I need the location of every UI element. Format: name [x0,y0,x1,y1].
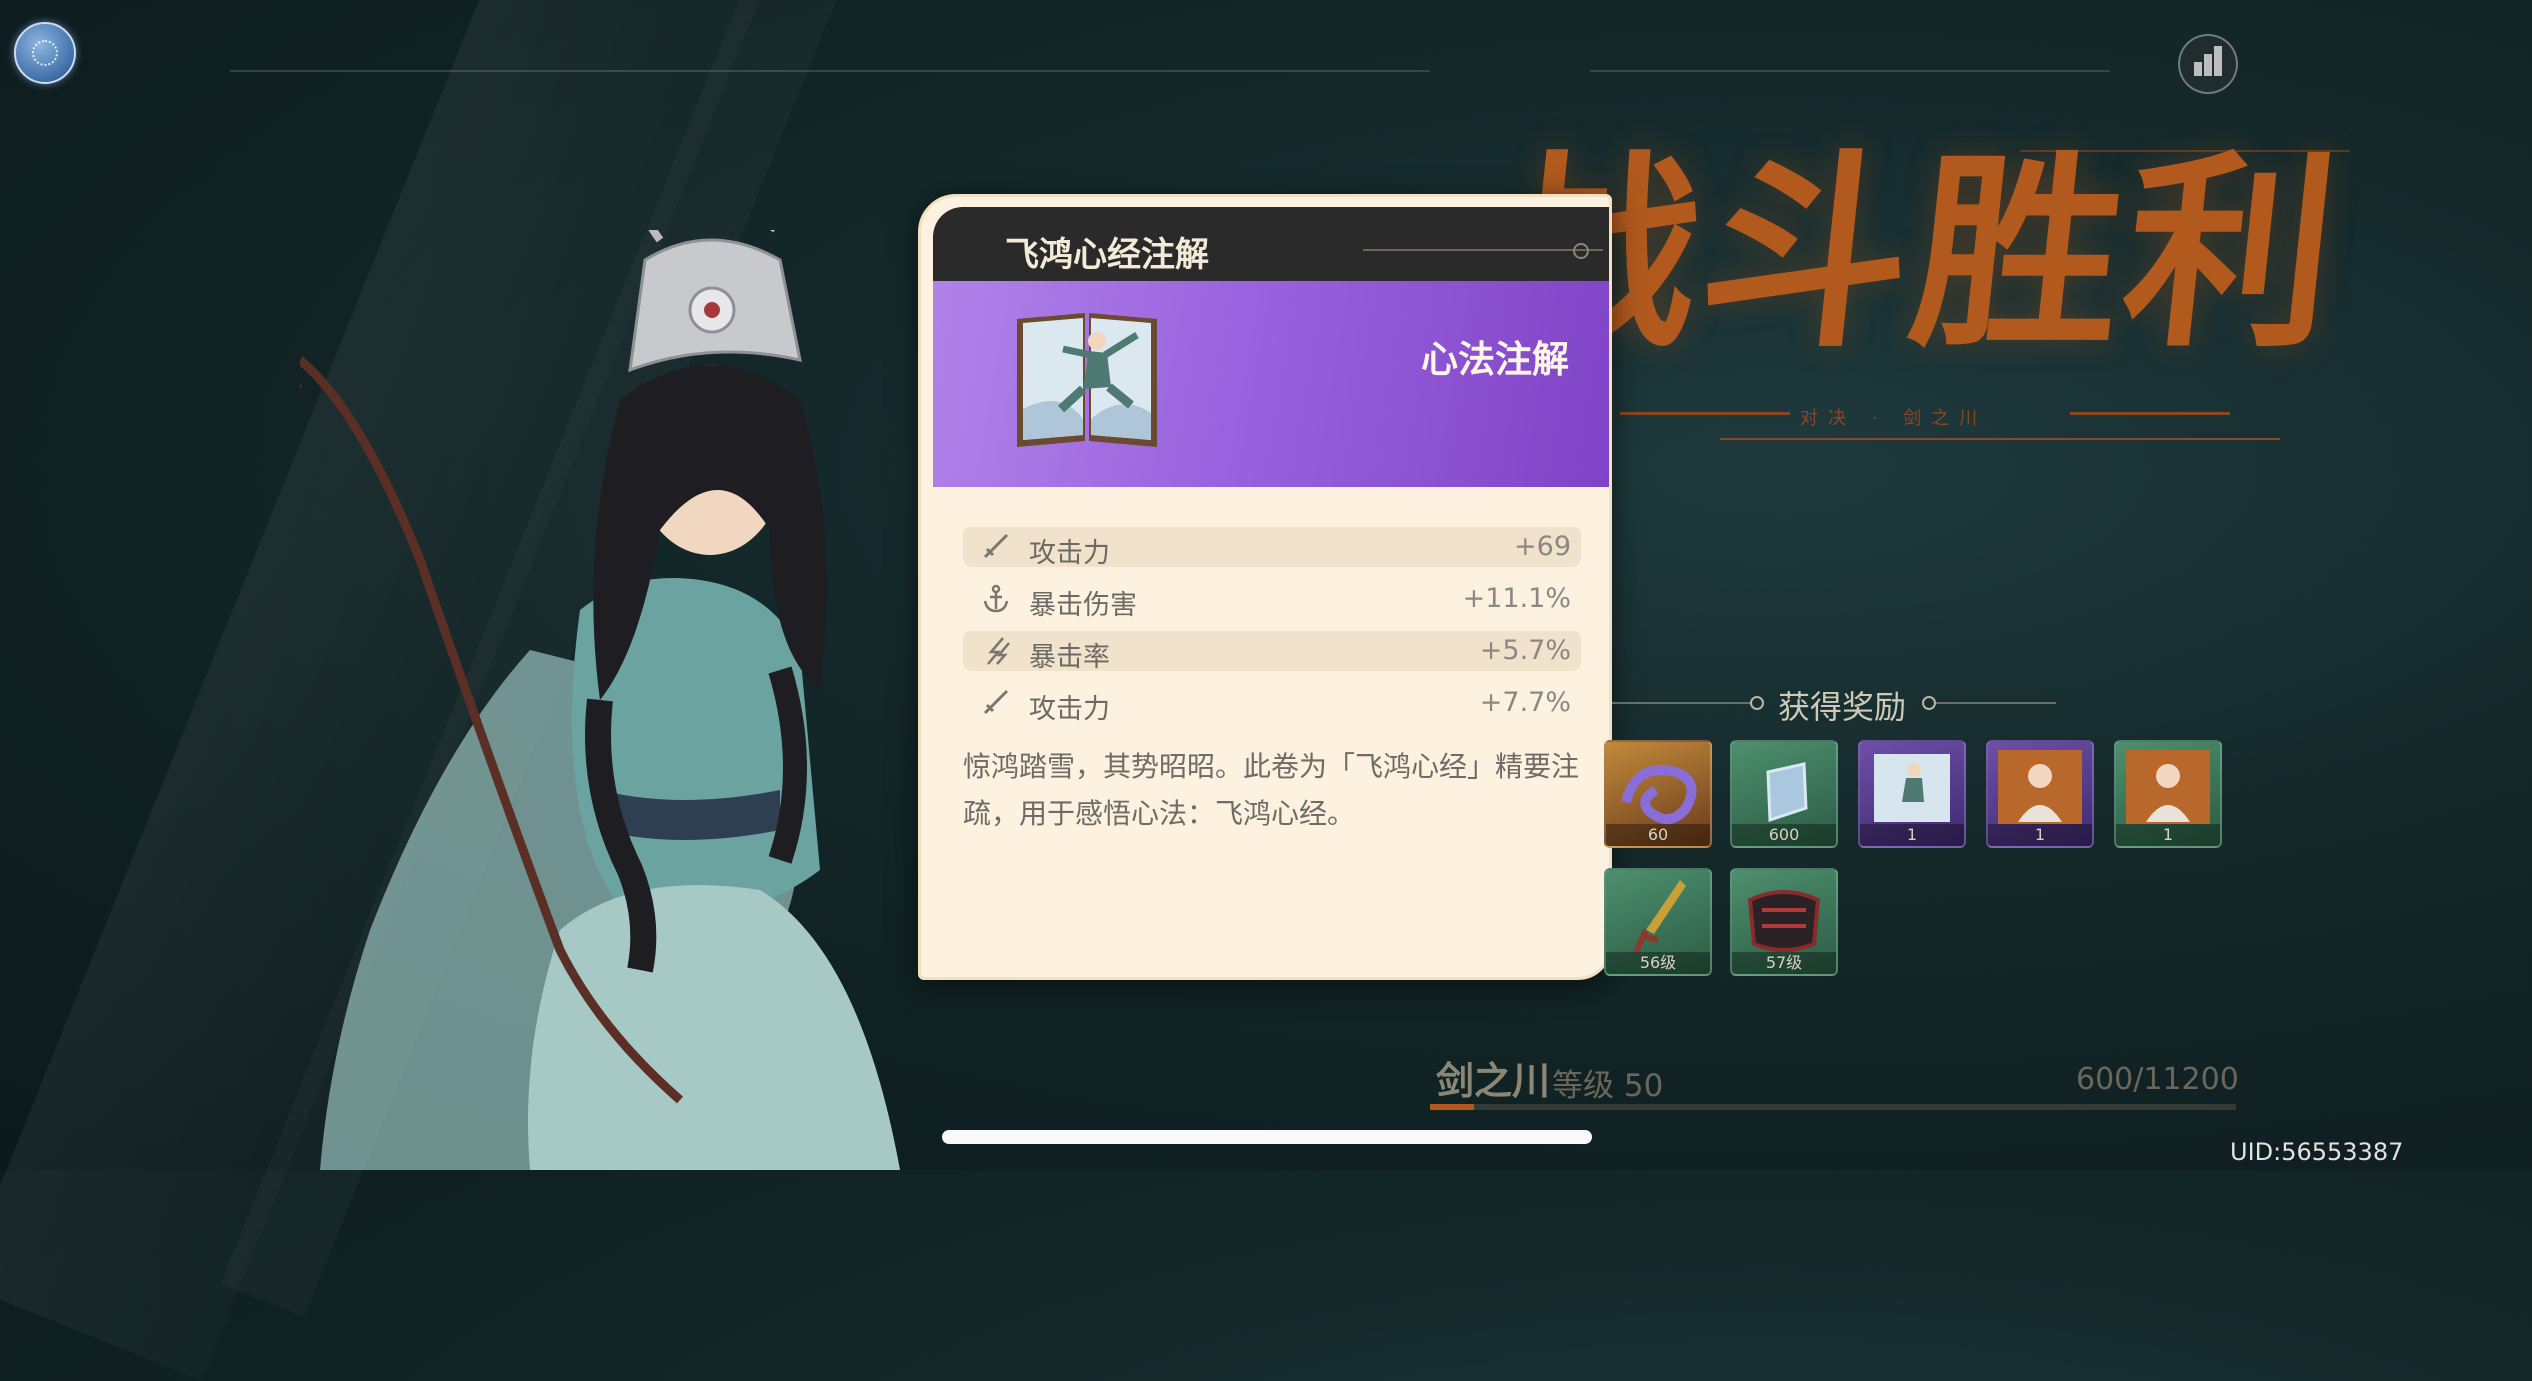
reward-item-armor-chest[interactable]: 57级 [1730,868,1838,976]
reward-count: 60 [1606,824,1710,846]
reward-item-dagger[interactable]: 56级 [1604,868,1712,976]
experience-fill [1430,1104,1474,1110]
lightning-icon [987,637,1010,665]
decorative-line [1936,702,2056,704]
item-description: 惊鸿踏雪，其势昭昭。此卷为「飞鸿心经」精要注疏，用于感悟心法：飞鸿心经。 [963,750,1580,830]
reward-item-warrior-portrait-b[interactable]: 1 [2114,740,2222,848]
home-indicator[interactable] [942,1130,1592,1144]
stat-value: +69 [1514,531,1571,562]
decorative-ring [1573,243,1589,259]
stat-row: 暴击伤害 +11.1% [963,579,1581,621]
item-type-label: 心法注解 [1421,337,1569,381]
decorative-dot [1750,696,1764,710]
player-name: 剑之川 [1436,1058,1551,1103]
item-banner: 心法注解 [933,281,1609,487]
decorative-line [1612,702,1752,704]
reward-item-warrior-portrait-a[interactable]: 1 [1986,740,2094,848]
statistics-button[interactable] [2178,34,2238,94]
user-id: UID:56553387 [2230,1138,2404,1166]
stat-value: +5.7% [1479,635,1571,666]
rewards-title: 获得奖励 [1778,688,1907,726]
decorative-line [230,70,1430,72]
experience-text: 600/11200 [2076,1062,2239,1097]
decorative-dot [1922,696,1936,710]
stat-row: 暴击率 +5.7% [963,631,1581,673]
reward-item-martial-book[interactable]: 1 [1858,740,1966,848]
reward-count: 1 [1988,824,2092,846]
decorative-line [1620,412,1790,415]
sword-icon [983,533,1009,559]
decorative-line [2070,412,2230,415]
stat-value: +11.1% [1462,583,1571,614]
reward-item-jade-stone[interactable]: 600 [1730,740,1838,848]
decorative-line [1590,70,2110,72]
stat-name: 暴击伤害 [1029,590,1137,621]
popup-title: 飞鸿心经注解 [1005,235,1209,275]
compass-button[interactable] [14,22,76,84]
experience-bar [1430,1104,2236,1110]
reward-item-swirl-token[interactable]: 60 [1604,740,1712,848]
stat-name: 攻击力 [1029,538,1110,569]
reward-count: 1 [1860,824,1964,846]
victory-subtitle: 对决 · 剑之川 [1800,408,1988,429]
stat-row: 攻击力 +7.7% [963,683,1581,725]
item-detail-popup: 飞鸿心经注解 心法注解 攻击力 +69 暴击伤害 +11.1% 暴击率 +5.7… [918,194,1612,980]
popup-header: 飞鸿心经注解 [933,207,1609,281]
player-level: 等级 50 [1552,1068,1664,1104]
reward-count: 56级 [1606,952,1710,974]
stat-value: +7.7% [1479,687,1571,718]
anchor-icon [983,584,1009,613]
stat-name: 攻击力 [1029,694,1110,725]
reward-count: 1 [2116,824,2220,846]
stat-list: 攻击力 +69 暴击伤害 +11.1% 暴击率 +5.7% 攻击力 +7.7% [963,527,1581,735]
reward-count: 57级 [1732,952,1836,974]
decorative-line [1363,249,1603,251]
stat-name: 暴击率 [1029,642,1110,673]
martial-book-icon [1017,313,1157,447]
sword-icon [983,689,1009,715]
decorative-line [1720,438,2280,440]
character-illustration [300,230,900,1170]
stat-row: 攻击力 +69 [963,527,1581,569]
reward-count: 600 [1732,824,1836,846]
